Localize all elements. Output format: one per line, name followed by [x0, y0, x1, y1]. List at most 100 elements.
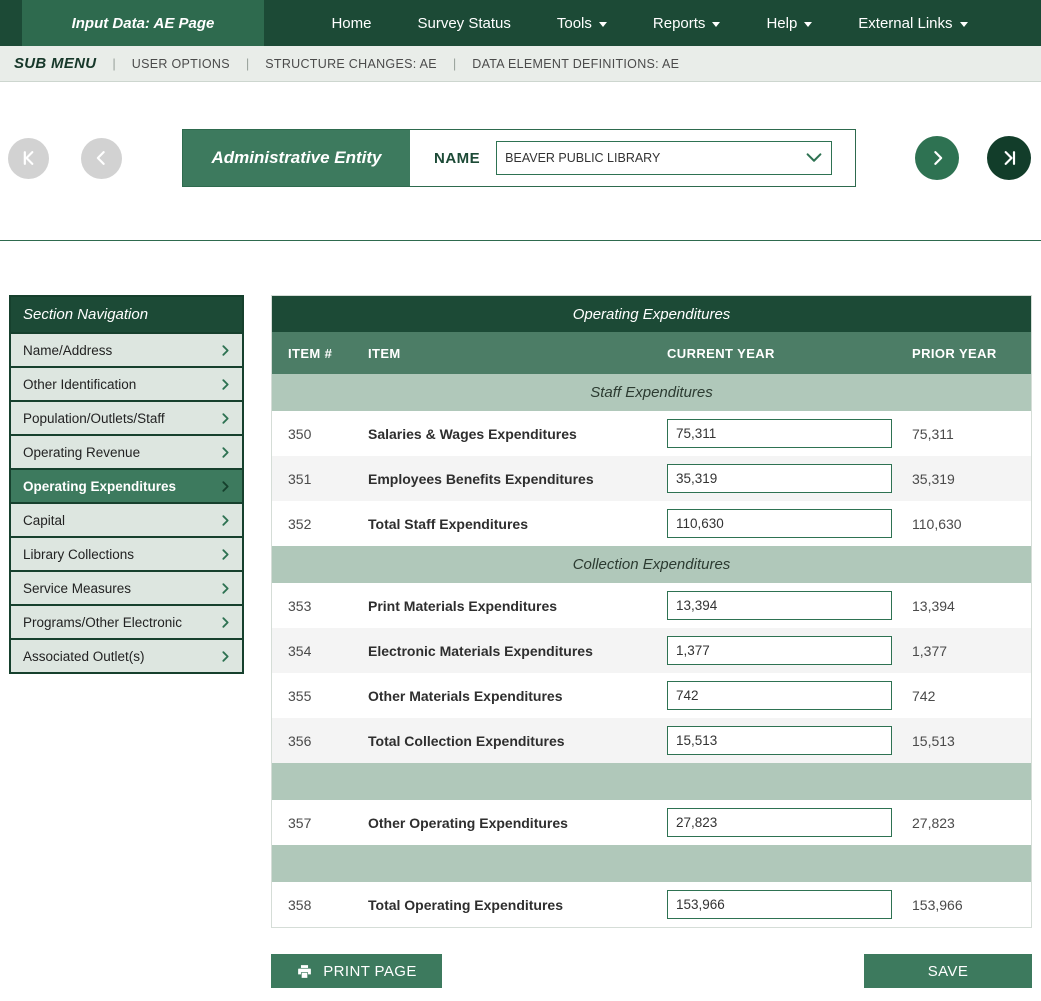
- sidebar-item-programs-other-electronic[interactable]: Programs/Other Electronic: [11, 604, 242, 638]
- sidebar-item-name-address[interactable]: Name/Address: [11, 332, 242, 366]
- main-content: Section Navigation Name/Address Other Ide…: [0, 295, 1041, 928]
- submenu-items: |USER OPTIONS|STRUCTURE CHANGES: AE|DATA…: [96, 56, 679, 71]
- prior-year-value: 35,319: [912, 471, 1015, 487]
- current-year-cell: [667, 726, 912, 755]
- nav-item-survey-status[interactable]: Survey Status: [417, 15, 510, 32]
- sidebar-items: Name/Address Other IdentificationPopulati…: [11, 332, 242, 672]
- item-name-cell: Salaries & Wages Expenditures: [368, 426, 667, 442]
- column-header-item: ITEM: [368, 346, 667, 361]
- item-number-cell: 352: [288, 516, 368, 532]
- current-year-cell: [667, 464, 912, 493]
- prior-year-value: 1,377: [912, 643, 1015, 659]
- column-header-prior-year: PRIOR YEAR: [912, 346, 1015, 361]
- current-year-cell: [667, 591, 912, 620]
- section-header-staff-expenditures: Staff Expenditures: [272, 374, 1031, 411]
- chevron-right-icon: [219, 582, 232, 595]
- nav-item-home[interactable]: Home: [331, 15, 371, 32]
- table-column-headers: ITEM # ITEM CURRENT YEAR PRIOR YEAR: [272, 332, 1031, 374]
- prior-year-value: 742: [912, 688, 1015, 704]
- print-page-button[interactable]: PRINT PAGE: [271, 954, 442, 988]
- nav-item-label: Reports: [653, 15, 706, 32]
- current-year-input-358[interactable]: [667, 890, 892, 919]
- table-row-357: 357Other Operating Expenditures27,823: [272, 800, 1031, 845]
- table-row-351: 351Employees Benefits Expenditures 35,319: [272, 456, 1031, 501]
- table-row-350: 350Salaries & Wages Expenditures75,311: [272, 411, 1031, 456]
- section-navigation-sidebar: Section Navigation Name/Address Other Ide…: [9, 295, 244, 674]
- sidebar-item-associated-outlet-s[interactable]: Associated Outlet(s): [11, 638, 242, 672]
- sidebar-item-other-identification[interactable]: Other Identification: [11, 366, 242, 400]
- current-year-input-352[interactable]: [667, 509, 892, 538]
- section-divider: [0, 240, 1041, 241]
- sidebar-item-label: Operating Revenue: [23, 445, 140, 460]
- column-header-item-number: ITEM #: [288, 346, 368, 361]
- sidebar-item-operating-expenditures[interactable]: Operating Expenditures: [11, 468, 242, 502]
- item-name-cell: Other Materials Expenditures: [368, 688, 667, 704]
- sidebar-item-label: Service Measures: [23, 581, 131, 596]
- current-year-input-357[interactable]: [667, 808, 892, 837]
- current-year-input-350[interactable]: [667, 419, 892, 448]
- top-navbar: Input Data: AE Page Home Survey Status Too…: [0, 0, 1041, 46]
- chevron-right-icon: [219, 514, 232, 527]
- sidebar-item-capital[interactable]: Capital: [11, 502, 242, 536]
- sidebar-item-label: Associated Outlet(s): [23, 649, 145, 664]
- sidebar-item-label: Programs/Other Electronic: [23, 615, 182, 630]
- footer-actions: PRINT PAGE SAVE: [9, 954, 1032, 988]
- submenu-separator: |: [246, 56, 249, 71]
- section-spacer-band: [272, 845, 1031, 882]
- item-number-cell: 357: [288, 815, 368, 831]
- sidebar-item-service-measures[interactable]: Service Measures: [11, 570, 242, 604]
- entity-header-row: Administrative Entity NAME BEAVER PUBLIC…: [0, 128, 1041, 188]
- current-year-input-353[interactable]: [667, 591, 892, 620]
- item-name-cell: Total Staff Expenditures: [368, 516, 667, 532]
- item-name-cell: Total Operating Expenditures: [368, 897, 667, 913]
- current-year-input-355[interactable]: [667, 681, 892, 710]
- operating-expenditures-table: Operating Expenditures ITEM # ITEM CURRE…: [271, 295, 1032, 928]
- current-year-cell: [667, 419, 912, 448]
- sidebar-item-label: Name/Address: [23, 343, 112, 358]
- next-record-button[interactable]: [915, 136, 959, 180]
- first-record-button[interactable]: [8, 138, 49, 179]
- chevron-right-icon: [219, 616, 232, 629]
- save-button[interactable]: SAVE: [864, 954, 1032, 988]
- nav-item-reports[interactable]: Reports: [653, 15, 721, 32]
- table-row-356: 356Total Collection Expenditures15,513: [272, 718, 1031, 763]
- sidebar-item-operating-revenue[interactable]: Operating Revenue: [11, 434, 242, 468]
- entity-box: Administrative Entity NAME BEAVER PUBLIC…: [182, 129, 856, 187]
- prior-year-value: 15,513: [912, 733, 1015, 749]
- sidebar-item-library-collections[interactable]: Library Collections: [11, 536, 242, 570]
- chevron-right-icon: [219, 412, 232, 425]
- dropdown-caret-icon: [712, 22, 720, 27]
- table-body: Staff Expenditures350Salaries & Wages Ex…: [272, 374, 1031, 927]
- entity-name-selected-value: BEAVER PUBLIC LIBRARY: [505, 151, 803, 165]
- sidebar-item-population-outlets-staff[interactable]: Population/Outlets/Staff: [11, 400, 242, 434]
- previous-record-button[interactable]: [81, 138, 122, 179]
- table-row-355: 355Other Materials Expenditures 742: [272, 673, 1031, 718]
- tab-input-data-ae-page[interactable]: Input Data: AE Page: [22, 0, 264, 46]
- submenu-item-data-element-definitions-ae[interactable]: DATA ELEMENT DEFINITIONS: AE: [472, 57, 679, 71]
- item-number-cell: 351: [288, 471, 368, 487]
- nav-items: Home Survey Status Tools Reports Help Externa…: [264, 0, 1041, 46]
- submenu-item-structure-changes-ae[interactable]: STRUCTURE CHANGES: AE: [265, 57, 437, 71]
- nav-item-tools[interactable]: Tools: [557, 15, 607, 32]
- current-year-input-351[interactable]: [667, 464, 892, 493]
- submenu-item-user-options[interactable]: USER OPTIONS: [132, 57, 230, 71]
- sidebar-title: Section Navigation: [11, 297, 242, 332]
- nav-item-label: Tools: [557, 15, 592, 32]
- item-number-cell: 355: [288, 688, 368, 704]
- sidebar-item-label: Library Collections: [23, 547, 134, 562]
- current-year-input-356[interactable]: [667, 726, 892, 755]
- table-row-353: 353Print Materials Expenditures13,394: [272, 583, 1031, 628]
- prior-year-value: 27,823: [912, 815, 1015, 831]
- chevron-right-icon: [219, 548, 232, 561]
- last-record-button[interactable]: [987, 136, 1031, 180]
- entity-name-select[interactable]: BEAVER PUBLIC LIBRARY: [496, 141, 832, 175]
- nav-item-external-links[interactable]: External Links: [858, 15, 967, 32]
- item-name-cell: Employees Benefits Expenditures: [368, 471, 667, 487]
- nav-item-label: External Links: [858, 15, 952, 32]
- column-header-current-year: CURRENT YEAR: [667, 346, 912, 361]
- table-row-354: 354Electronic Materials Expenditures1,37…: [272, 628, 1031, 673]
- current-year-input-354[interactable]: [667, 636, 892, 665]
- chevron-right-icon: [219, 480, 232, 493]
- item-name-cell: Print Materials Expenditures: [368, 598, 667, 614]
- nav-item-help[interactable]: Help: [766, 15, 812, 32]
